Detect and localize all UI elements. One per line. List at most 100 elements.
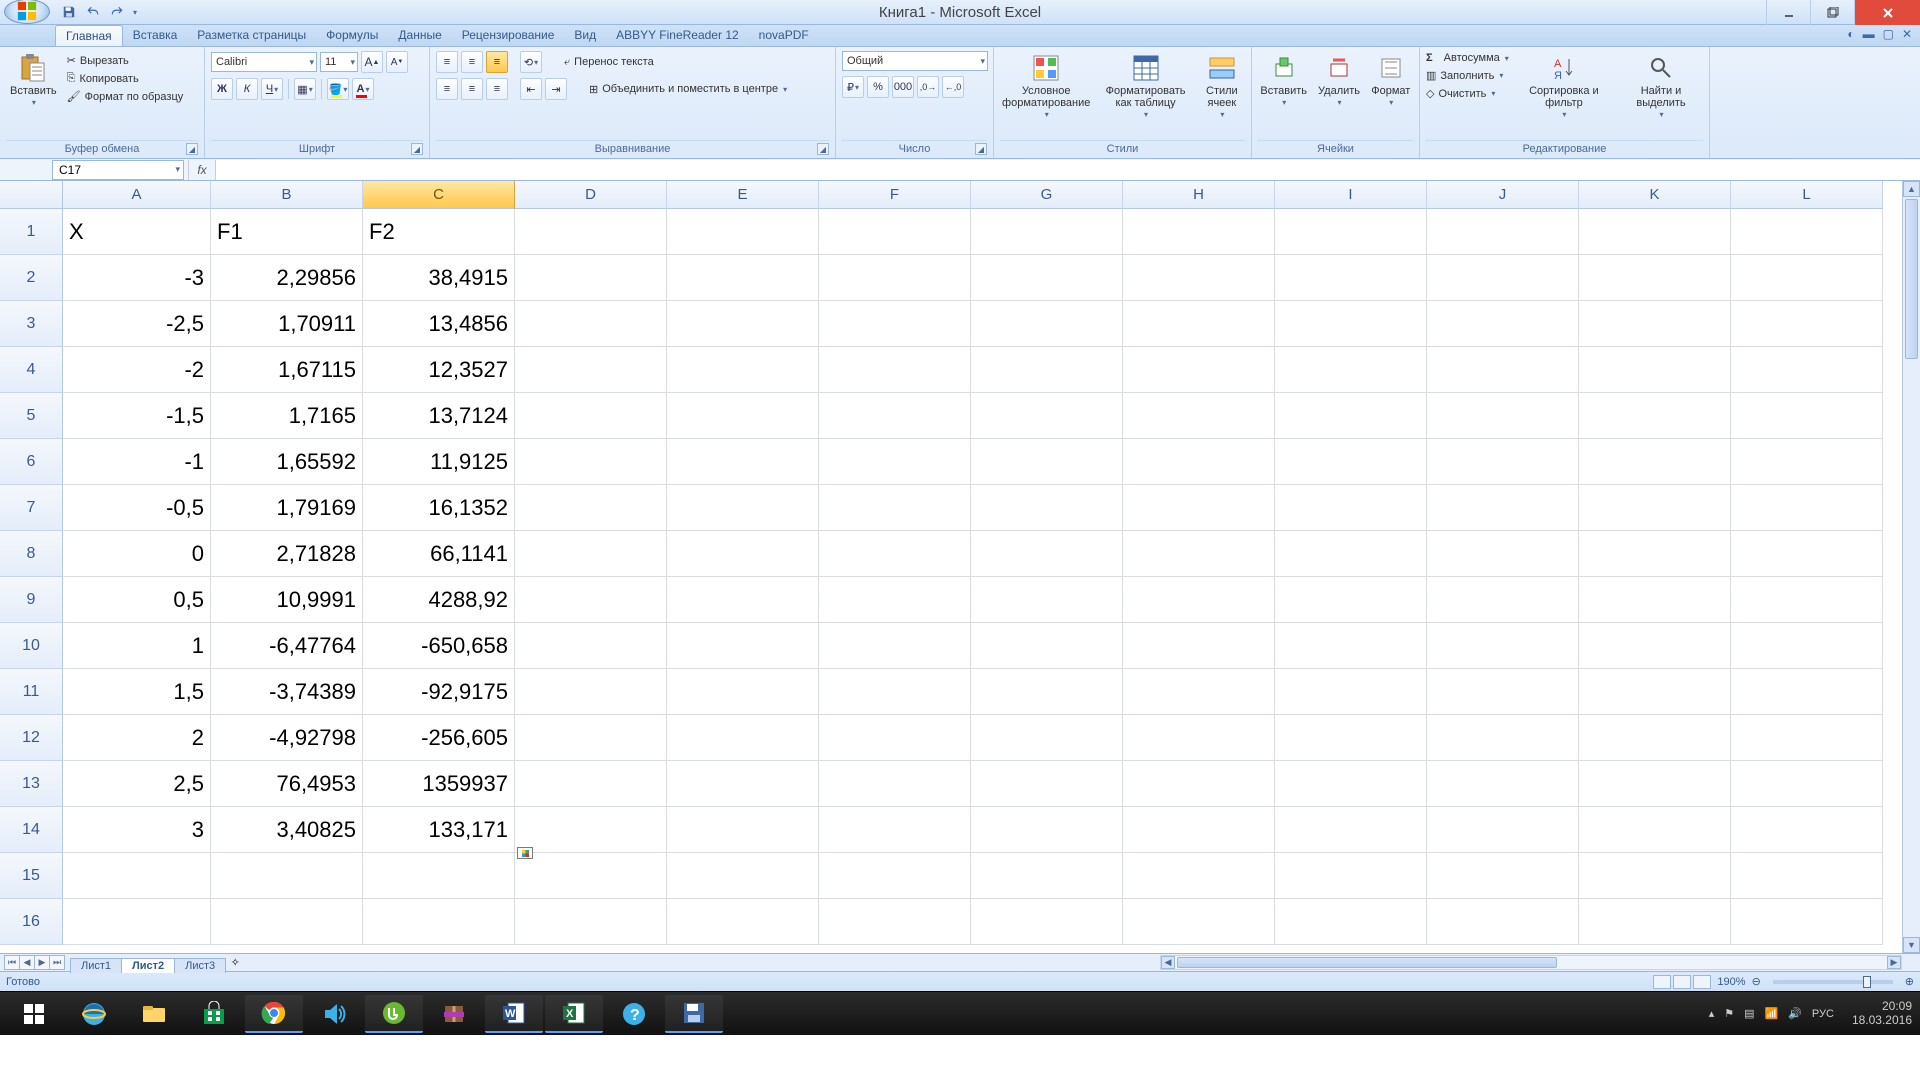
cell-H11[interactable] [1123,669,1275,715]
row-header[interactable]: 15 [0,853,63,899]
taskbar-save[interactable] [665,995,723,1033]
cell-D7[interactable] [515,485,667,531]
row-header[interactable]: 14 [0,807,63,853]
cell-L14[interactable] [1731,807,1883,853]
vertical-scrollbar[interactable]: ▲ ▼ [1902,181,1920,953]
taskbar-ie[interactable] [65,995,123,1033]
cell-D3[interactable] [515,301,667,347]
cell-D11[interactable] [515,669,667,715]
cell-A10[interactable]: 1 [63,623,211,669]
sort-filter-button[interactable]: АЯСортировка и фильтр▾ [1515,51,1613,122]
cell-F16[interactable] [819,899,971,945]
autosum-button[interactable]: Σ Автосумма▾ [1426,51,1509,65]
cell-B14[interactable]: 3,40825 [211,807,363,853]
row-header[interactable]: 5 [0,393,63,439]
formula-input[interactable] [216,160,1920,180]
alignment-dialog-launcher[interactable]: ◢ [817,143,829,155]
cell-K16[interactable] [1579,899,1731,945]
cell-E8[interactable] [667,531,819,577]
cell-K11[interactable] [1579,669,1731,715]
cell-B13[interactable]: 76,4953 [211,761,363,807]
column-header-D[interactable]: D [515,181,667,209]
cell-H7[interactable] [1123,485,1275,531]
cell-F5[interactable] [819,393,971,439]
wrap-text-button[interactable]: ⤶Перенос текста [564,55,654,70]
cell-I2[interactable] [1275,255,1427,301]
column-header-G[interactable]: G [971,181,1123,209]
insert-cells-button[interactable]: Вставить▾ [1258,51,1309,110]
cell-F8[interactable] [819,531,971,577]
cell-K6[interactable] [1579,439,1731,485]
cell-C13[interactable]: 1359937 [363,761,515,807]
borders-button[interactable]: ▦▾ [294,78,316,100]
cell-L4[interactable] [1731,347,1883,393]
cell-D8[interactable] [515,531,667,577]
sheet-tab-Лист1[interactable]: Лист1 [70,958,122,973]
cell-J6[interactable] [1427,439,1579,485]
cell-C15[interactable] [363,853,515,899]
column-header-B[interactable]: B [211,181,363,209]
zoom-level[interactable]: 190% [1717,976,1745,988]
column-header-A[interactable]: A [63,181,211,209]
sheet-tab-Лист2[interactable]: Лист2 [121,958,175,973]
cell-K4[interactable] [1579,347,1731,393]
increase-decimal-button[interactable]: ,0→ [917,76,939,98]
cell-A8[interactable]: 0 [63,531,211,577]
fill-color-button[interactable]: 🪣▾ [327,78,349,100]
cell-A5[interactable]: -1,5 [63,393,211,439]
column-header-K[interactable]: K [1579,181,1731,209]
tab-abbyy-finereader-12[interactable]: ABBYY FineReader 12 [606,25,749,46]
cell-G4[interactable] [971,347,1123,393]
zoom-slider-thumb[interactable] [1863,976,1871,988]
merge-center-button[interactable]: ⊞Объединить и поместить в центре▾ [589,82,787,97]
taskbar-chrome[interactable] [245,995,303,1033]
cell-D2[interactable] [515,255,667,301]
cell-H16[interactable] [1123,899,1275,945]
start-button[interactable] [5,995,63,1033]
cell-F6[interactable] [819,439,971,485]
cell-C14[interactable]: 133,171 [363,807,515,853]
font-size-combo[interactable]: 11 [320,52,358,72]
restore-window-icon[interactable]: ▢ [1883,27,1894,41]
cell-D9[interactable] [515,577,667,623]
cell-I16[interactable] [1275,899,1427,945]
cell-K13[interactable] [1579,761,1731,807]
clipboard-dialog-launcher[interactable]: ◢ [186,143,198,155]
cell-J7[interactable] [1427,485,1579,531]
cell-L12[interactable] [1731,715,1883,761]
cell-B3[interactable]: 1,70911 [211,301,363,347]
paste-button[interactable]: Вставить ▾ [6,51,61,110]
copy-button[interactable]: ⎘Копировать [67,71,184,86]
cell-C7[interactable]: 16,1352 [363,485,515,531]
scroll-up-arrow[interactable]: ▲ [1903,181,1920,197]
cell-A4[interactable]: -2 [63,347,211,393]
fill-button[interactable]: ▥Заполнить▾ [1426,68,1509,83]
row-header[interactable]: 13 [0,761,63,807]
cell-I3[interactable] [1275,301,1427,347]
number-dialog-launcher[interactable]: ◢ [975,143,987,155]
cell-H5[interactable] [1123,393,1275,439]
cell-A14[interactable]: 3 [63,807,211,853]
taskbar-winrar[interactable] [425,995,483,1033]
cell-E7[interactable] [667,485,819,531]
cell-A1[interactable]: X [63,209,211,255]
save-icon[interactable] [60,3,78,21]
minimize-button[interactable] [1766,0,1810,25]
cell-F2[interactable] [819,255,971,301]
cell-G13[interactable] [971,761,1123,807]
font-name-combo[interactable]: Calibri [211,52,317,72]
cell-E2[interactable] [667,255,819,301]
sheet-nav-last[interactable]: ⏭ [49,955,65,970]
cell-K9[interactable] [1579,577,1731,623]
underline-button[interactable]: Ч▾ [261,78,283,100]
cell-K8[interactable] [1579,531,1731,577]
tab-вставка[interactable]: Вставка [123,25,188,46]
cell-F12[interactable] [819,715,971,761]
cell-K15[interactable] [1579,853,1731,899]
cell-C16[interactable] [363,899,515,945]
increase-indent-button[interactable]: ⇥ [545,78,567,100]
cell-C3[interactable]: 13,4856 [363,301,515,347]
cell-G7[interactable] [971,485,1123,531]
cell-C10[interactable]: -650,658 [363,623,515,669]
cell-D1[interactable] [515,209,667,255]
